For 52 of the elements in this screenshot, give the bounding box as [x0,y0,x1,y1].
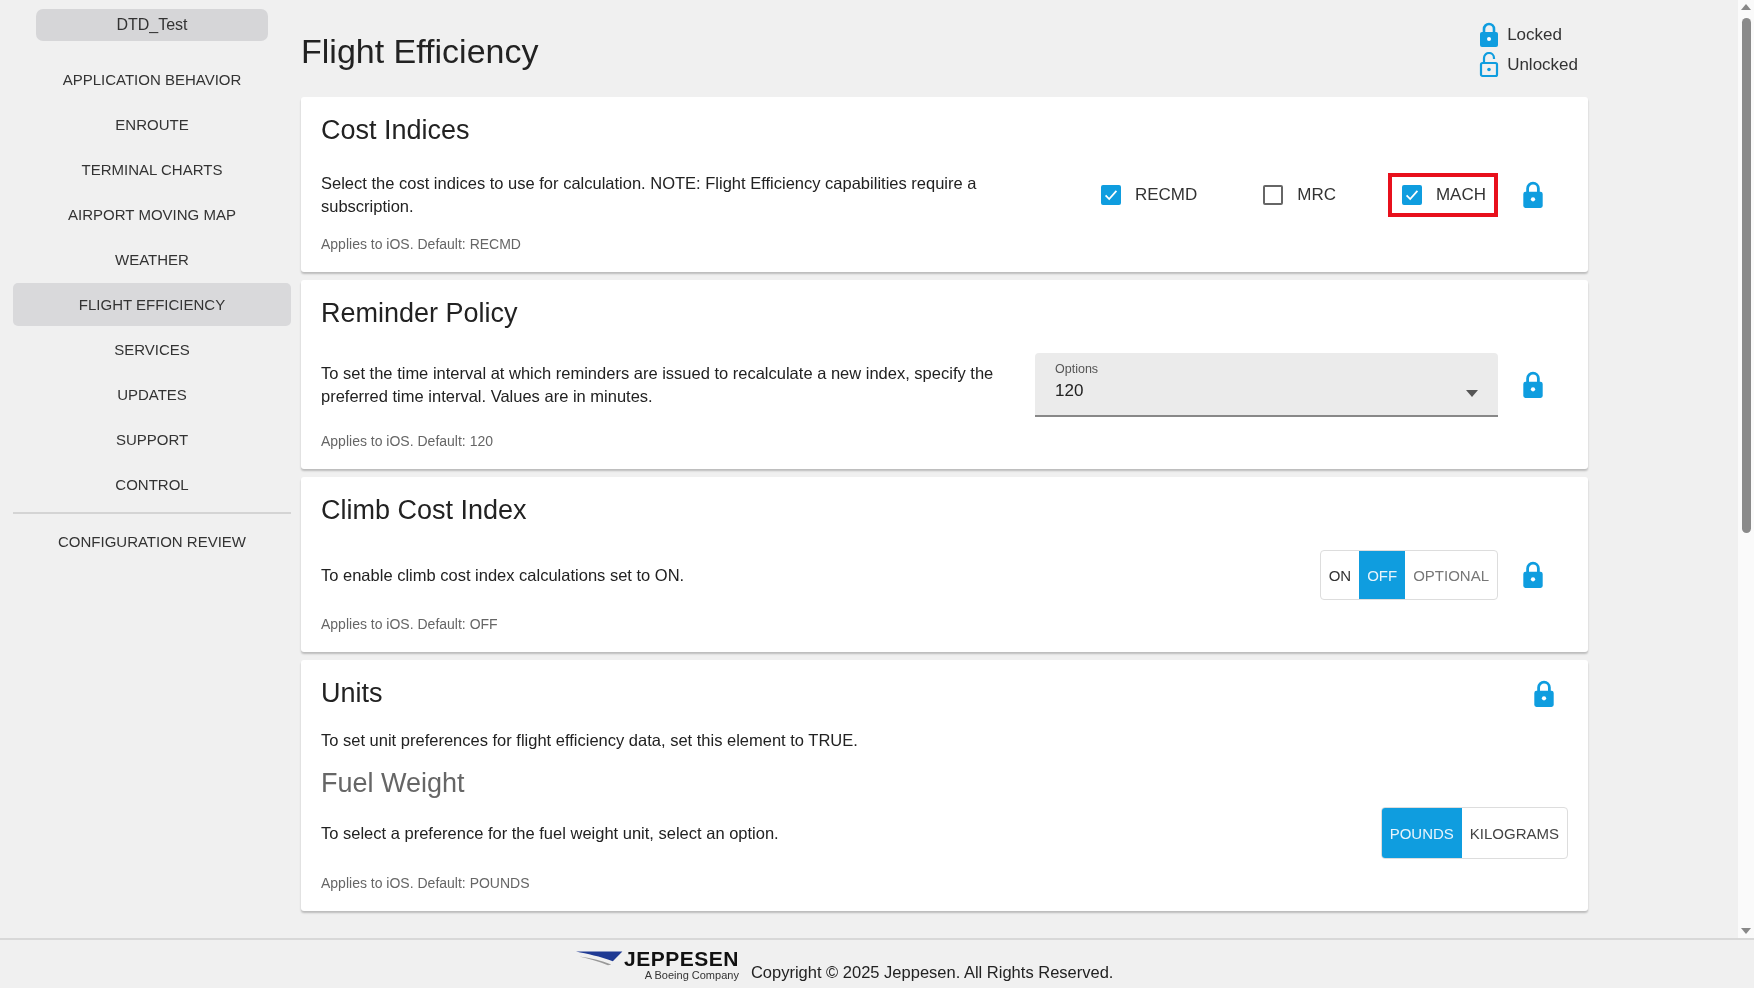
section-title: Units [321,678,383,709]
field-value: 120 [1055,381,1084,401]
caret-icon [1466,390,1478,397]
lock-icon[interactable] [1522,561,1544,589]
sidebar-item[interactable]: SUPPORT [13,418,291,461]
section-note: Applies to iOS. Default: OFF [321,616,499,632]
legend-label: Unlocked [1507,55,1578,75]
toggle-button[interactable]: ON [1320,551,1360,599]
sidebar-item[interactable]: FLIGHT EFFICIENCY [13,283,291,326]
sidebar-item[interactable]: APPLICATION BEHAVIOR [13,58,291,101]
section-title: Reminder Policy [321,298,518,329]
toggle-button[interactable]: KILOGRAMS [1461,808,1567,858]
checkbox[interactable] [1100,185,1121,205]
page-title: Flight Efficiency [301,32,539,71]
copyright-text: Copyright © 2025 Jeppesen. All Rights Reserved. [750,962,1114,982]
profile-button[interactable]: DTD_Test [36,9,268,41]
toggle-button[interactable]: OPTIONAL [1405,551,1497,599]
checkbox-option[interactable]: MACH [1387,173,1498,217]
subsection-title: Fuel Weight [321,768,466,799]
logo-tagline: A Boeing Company [644,968,739,981]
section-title: Climb Cost Index [321,495,527,526]
checkbox[interactable] [1401,185,1422,205]
lock-icon[interactable] [1522,371,1544,399]
legend-label: Locked [1507,25,1562,45]
section-note: Applies to iOS. Default: RECMD [321,236,522,252]
checkbox-option[interactable]: RECMD [1086,173,1210,217]
section-title: Cost Indices [321,115,470,146]
section-description: To set the time interval at which reminders are issued to recalculate a new index, specify the preferred time interval. Values are in minutes. [321,363,995,407]
checkbox-option[interactable]: MRC [1249,173,1348,217]
section-description: To set unit preferences for flight efficiency data, set this element to TRUE. [321,730,859,751]
sidebar-item[interactable]: TERMINAL CHARTS [13,148,291,191]
section-description: Select the cost indices to use for calculation. NOTE: Flight Efficiency capabilities require a subscription. [321,173,978,217]
section-note: Applies to iOS. Default: 120 [321,433,494,449]
section-note: Applies to iOS. Default: POUNDS [321,875,531,891]
options-dropdown[interactable]: Options 120 [1035,353,1498,417]
sidebar-item[interactable]: WEATHER [13,238,291,281]
scroll-down-arrow-icon[interactable] [1741,928,1751,934]
sidebar-item[interactable]: SERVICES [13,328,291,371]
scrollbar[interactable] [1738,0,1754,938]
sidebar-item[interactable]: AIRPORT MOVING MAP [13,193,291,236]
checkbox[interactable] [1263,185,1284,205]
scroll-up-arrow-icon[interactable] [1741,4,1751,10]
subsection-description: To select a preference for the fuel weight unit, select an option. [321,822,780,844]
section-description: To enable climb cost index calculations set to ON. [321,564,686,586]
sidebar-item[interactable]: ENROUTE [13,103,291,146]
sidebar-item[interactable]: UPDATES [13,373,291,416]
lock-icon[interactable] [1522,181,1544,209]
logo-wordmark: JEPPESEN [624,947,739,969]
lock-icon[interactable] [1533,679,1555,708]
field-label: Options [1055,362,1100,376]
sidebar-item[interactable]: CONFIGURATION REVIEW [13,520,291,563]
sidebar-item[interactable]: CONTROL [13,463,291,506]
